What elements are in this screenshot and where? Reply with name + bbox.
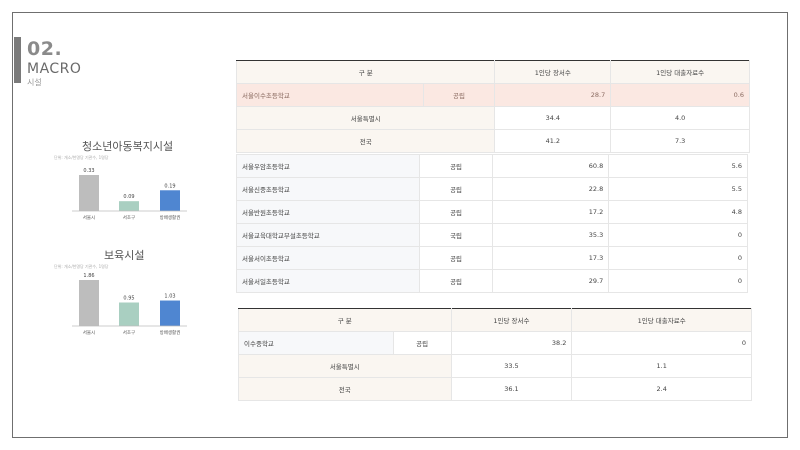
books-value: 41.2 [494, 129, 612, 153]
value-label: 0.95 [123, 296, 134, 302]
category-label: 방배생활권 [160, 214, 181, 221]
bar-1 [119, 201, 139, 211]
chart-title: 보육시설 [104, 249, 145, 262]
value-label: 1.86 [83, 273, 94, 279]
chart-youth-welfare: 청소년아동복지시설 단위: 개소/천명당 기관수, 1명당 0.33 서울시 0.0… [52, 138, 192, 223]
table-row-region: 서울특별시 33.5 1.1 [238, 354, 752, 378]
school-type: 공립 [418, 269, 494, 293]
header-category: 구 분 [235, 60, 496, 84]
books-value: 60.8 [492, 154, 610, 178]
school-type: 공립 [392, 331, 452, 355]
school-type: 공립 [418, 200, 494, 224]
books-value: 22.8 [492, 177, 610, 201]
books-value: 28.7 [494, 83, 612, 107]
bar-0 [79, 175, 99, 211]
value-label: 0.33 [83, 168, 94, 174]
books-value: 36.1 [450, 377, 573, 401]
school-name: 서울교육대학교부설초등학교 [236, 223, 420, 247]
books-value: 17.2 [492, 200, 610, 224]
school-type: 공립 [418, 177, 494, 201]
header-category: 구 분 [238, 308, 452, 332]
table-row: 서울교육대학교부설초등학교 국립 35.3 0 [236, 223, 748, 247]
header-books: 1인당 장서수 [450, 308, 573, 332]
category-label: 서초구 [123, 214, 135, 221]
loans-value: 7.3 [610, 129, 750, 153]
bar-2 [160, 300, 180, 326]
loans-value: 0 [608, 269, 748, 293]
table-row: 서울반원초등학교 공립 17.2 4.8 [236, 200, 748, 224]
category-label: 서울시 [83, 329, 95, 336]
school-type: 국립 [418, 223, 494, 247]
loans-value: 5.6 [608, 154, 748, 178]
region-label: 서울특별시 [235, 106, 496, 130]
school-name: 서울반원초등학교 [236, 200, 420, 224]
books-value: 38.2 [450, 331, 573, 355]
category-label: 방배생활권 [160, 329, 181, 336]
category-label: 서초구 [123, 329, 135, 336]
school-name: 서울우암초등학교 [236, 154, 420, 178]
table-row-region: 전국 36.1 2.4 [238, 377, 752, 401]
books-value: 29.7 [492, 269, 610, 293]
chart-title: 청소년아동복지시설 [82, 140, 174, 153]
school-type: 공립 [418, 246, 494, 270]
value-label: 0.09 [123, 194, 134, 200]
table-row-highlight: 서울이수초등학교 공립 28.7 0.6 [236, 83, 750, 107]
loans-value: 0 [608, 223, 748, 247]
category-label: 서울시 [83, 214, 95, 221]
table-row: 서울신중초등학교 공립 22.8 5.5 [236, 177, 748, 201]
loans-value: 1.1 [571, 354, 752, 378]
school-name: 서울이수초등학교 [236, 83, 424, 107]
header-books: 1인당 장서수 [494, 60, 612, 84]
table-row: 서울서일초등학교 공립 29.7 0 [236, 269, 748, 293]
bar-0 [79, 280, 99, 326]
table-row-region: 전국 41.2 7.3 [235, 129, 750, 153]
chart-plot: 1.86 서울시 0.95 서초구 1.03 방배생활권 [72, 273, 187, 336]
table-row: 서울서이초등학교 공립 17.3 0 [236, 246, 748, 270]
school-name: 서울서이초등학교 [236, 246, 420, 270]
section-subtitle: 시설 [27, 78, 42, 87]
loans-value: 0 [608, 246, 748, 270]
school-type: 공립 [422, 83, 496, 107]
loans-value: 0.6 [610, 83, 750, 107]
elementary-library-table: 구 분 1인당 장서수 1인당 대출자료수 서울이수초등학교 공립 28.7 0… [235, 60, 750, 153]
header-loans: 1인당 대출자료수 [610, 60, 750, 84]
loans-value: 2.4 [571, 377, 752, 401]
elementary-school-rows: 서울우암초등학교 공립 60.8 5.6 서울신중초등학교 공립 22.8 5.… [236, 154, 748, 293]
section-number: 02. [27, 38, 63, 60]
bar-1 [119, 302, 139, 326]
section-accent-bar [14, 37, 21, 83]
school-name: 이수중학교 [238, 331, 394, 355]
chart-childcare: 보육시설 단위: 개소/천명당 기관수, 1명당 1.86 서울시 0.95 서초구 1… [52, 247, 192, 337]
section-title: MACRO [27, 61, 82, 77]
value-label: 0.19 [164, 183, 175, 189]
bar-2 [160, 190, 180, 211]
region-label: 전국 [238, 377, 452, 401]
table-row: 이수중학교 공립 38.2 0 [238, 331, 752, 355]
school-name: 서울서일초등학교 [236, 269, 420, 293]
school-name: 서울신중초등학교 [236, 177, 420, 201]
books-value: 35.3 [492, 223, 610, 247]
value-label: 1.03 [164, 294, 175, 300]
chart-plot: 0.33 서울시 0.09 서초구 0.19 방배생활권 [72, 168, 187, 221]
books-value: 34.4 [494, 106, 612, 130]
loans-value: 5.5 [608, 177, 748, 201]
loans-value: 4.8 [608, 200, 748, 224]
region-label: 전국 [235, 129, 496, 153]
middle-library-table: 구 분 1인당 장서수 1인당 대출자료수 이수중학교 공립 38.2 0 서울… [238, 308, 752, 401]
table-row-region: 서울특별시 34.4 4.0 [235, 106, 750, 130]
books-value: 17.3 [492, 246, 610, 270]
header-loans: 1인당 대출자료수 [571, 308, 752, 332]
loans-value: 0 [571, 331, 752, 355]
books-value: 33.5 [450, 354, 573, 378]
loans-value: 4.0 [610, 106, 750, 130]
school-type: 공립 [418, 154, 494, 178]
region-label: 서울특별시 [238, 354, 452, 378]
table-row: 서울우암초등학교 공립 60.8 5.6 [236, 154, 748, 178]
